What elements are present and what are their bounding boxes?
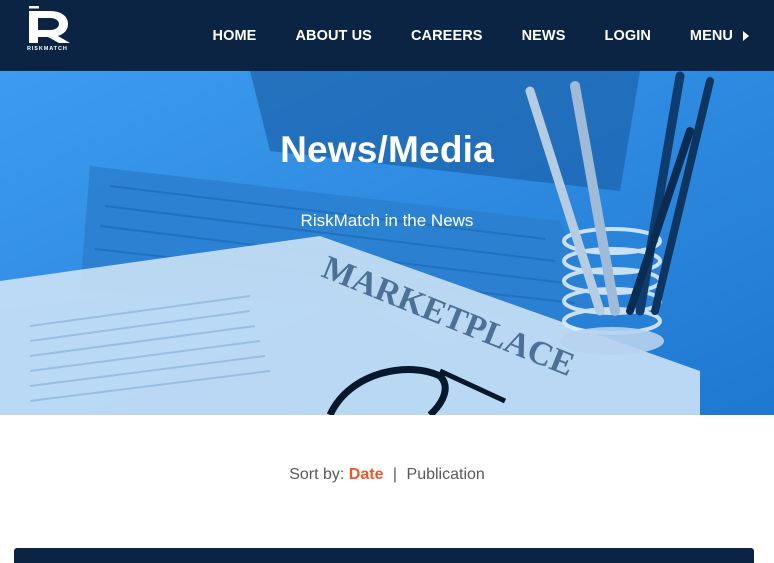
nav-careers[interactable]: CAREERS [411,28,483,44]
news-list-panel [14,548,754,563]
main-nav: HOME ABOUT US CAREERS NEWS LOGIN MENU [213,0,749,71]
hero-background-image: MARKETPLACE [0,71,774,415]
page-subtitle: RiskMatch in the News [300,211,474,230]
nav-news[interactable]: NEWS [522,28,566,44]
caret-right-icon [743,30,749,41]
logo-wordmark: RISKMATCH [27,46,68,52]
sort-bar: Sort by: Date | Publication [0,466,774,484]
sort-label: Sort by: [289,466,345,483]
top-navigation: RISKMATCH HOME ABOUT US CAREERS NEWS LOG… [0,0,774,71]
page-title: News/Media [280,129,494,170]
nav-menu-label: MENU [689,27,733,44]
nav-login[interactable]: LOGIN [604,28,650,44]
nav-home[interactable]: HOME [213,28,257,44]
sort-by-publication-link[interactable]: Publication [407,466,485,483]
logo-mark-icon [29,6,70,43]
sort-by-date-link[interactable]: Date [349,466,384,483]
hero-banner: MARKETPLACE News/Media RiskMatch in the … [0,71,774,415]
nav-menu[interactable]: MENU [690,28,749,44]
riskmatch-logo[interactable]: RISKMATCH [26,4,72,54]
sort-separator: | [392,466,398,483]
nav-about-us[interactable]: ABOUT US [295,28,372,44]
